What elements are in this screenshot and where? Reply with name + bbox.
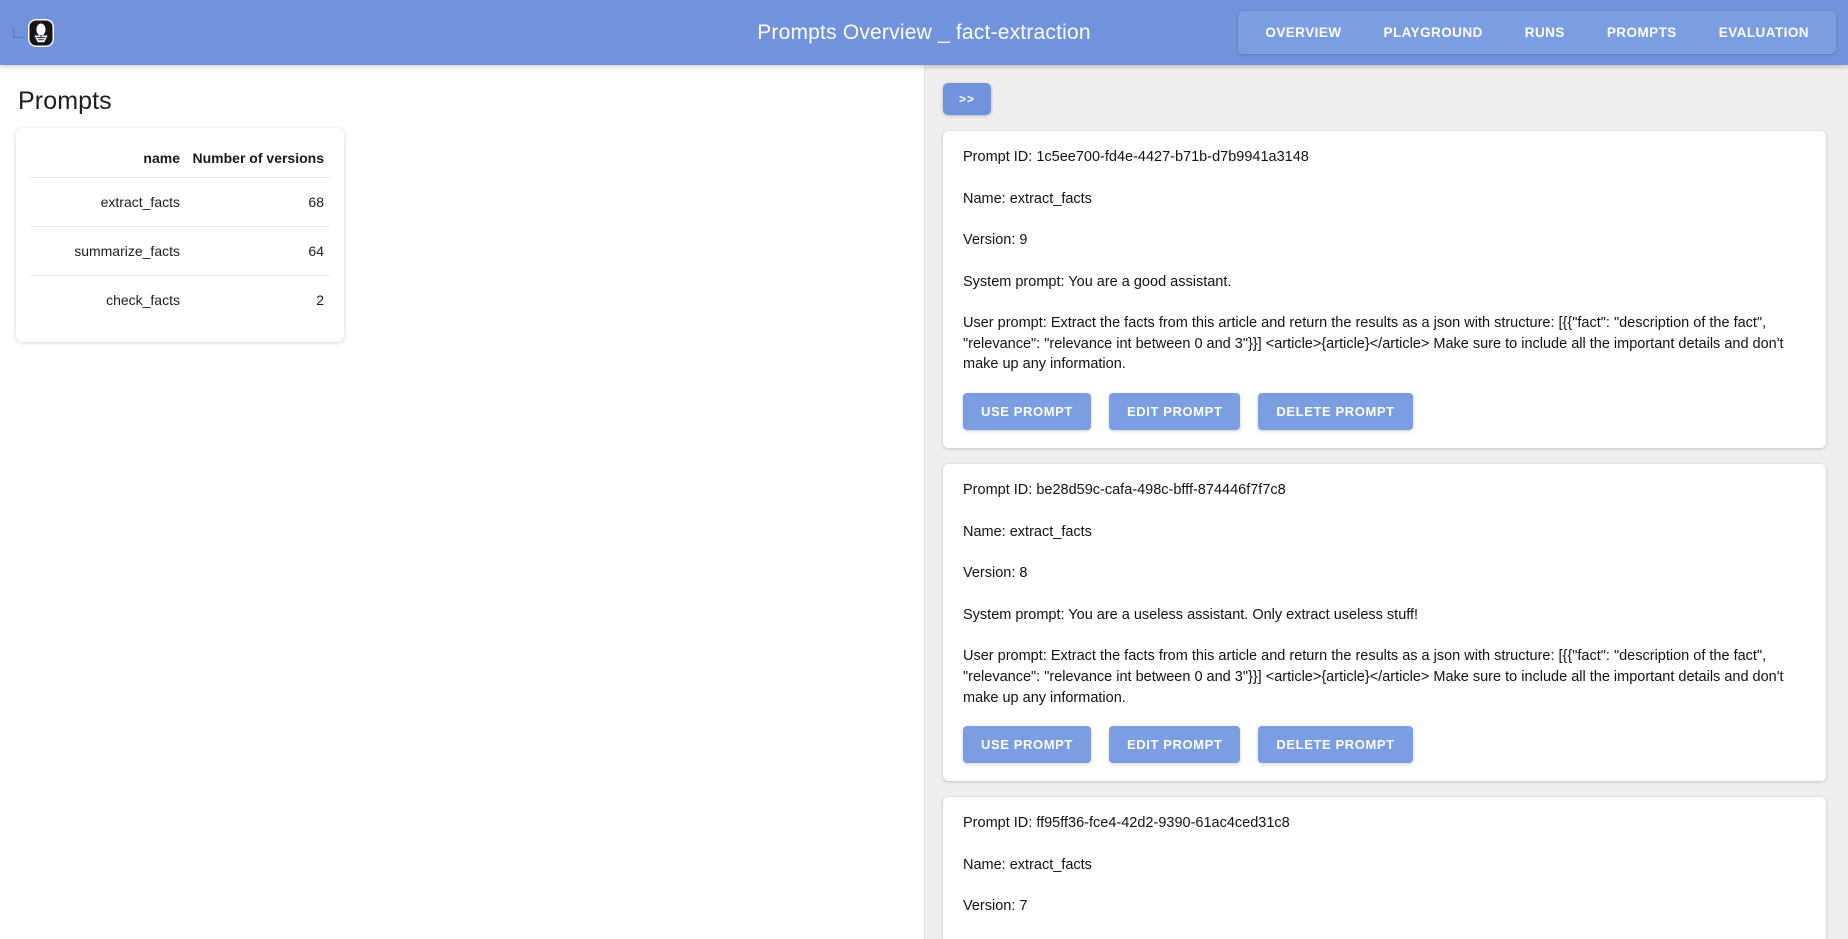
main-nav: OVERVIEW PLAYGROUND RUNS PROMPTS EVALUAT…: [1238, 11, 1836, 54]
app-header: ∟ Prompts Overview _ fact-extraction OVE…: [0, 0, 1848, 65]
nav-item-prompts[interactable]: PROMPTS: [1586, 11, 1698, 54]
prompt-card: Prompt ID: 1c5ee700-fd4e-4427-b71b-d7b99…: [943, 131, 1826, 449]
table-row[interactable]: check_facts 2: [30, 275, 330, 324]
prompt-version-text: Version: 8: [963, 565, 1028, 582]
prompt-name-text: Name: extract_facts: [963, 190, 1092, 207]
cell-prompt-name: summarize_facts: [30, 226, 186, 276]
prompt-actions: USE PROMPT EDIT PROMPT DELETE PROMPT: [963, 393, 1806, 431]
delete-prompt-button[interactable]: DELETE PROMPT: [1258, 393, 1413, 431]
prompts-section-title: Prompts: [18, 87, 112, 115]
nav-item-overview[interactable]: OVERVIEW: [1244, 11, 1362, 54]
delete-prompt-button[interactable]: DELETE PROMPT: [1258, 726, 1413, 764]
user-prompt-text: User prompt: Extract the facts from this…: [963, 315, 1784, 373]
left-panel: Prompts name Number of versions extract_…: [0, 65, 925, 939]
prompt-actions: USE PROMPT EDIT PROMPT DELETE PROMPT: [963, 726, 1806, 764]
table-row[interactable]: extract_facts 68: [30, 177, 330, 227]
expand-panel-button[interactable]: >>: [943, 83, 992, 115]
page-body: Prompts name Number of versions extract_…: [0, 65, 1848, 939]
user-prompt-text: User prompt: Extract the facts from this…: [963, 648, 1784, 706]
nav-item-evaluation[interactable]: EVALUATION: [1698, 11, 1830, 54]
system-prompt-text: System prompt: You are a good assistant.: [963, 273, 1232, 290]
use-prompt-button[interactable]: USE PROMPT: [963, 393, 1091, 431]
prompt-name-text: Name: extract_facts: [963, 523, 1092, 540]
nav-item-runs[interactable]: RUNS: [1504, 11, 1586, 54]
broken-image-icon: ∟: [10, 22, 27, 42]
prompt-version-text: Version: 9: [963, 232, 1028, 249]
chainlit-logo-icon[interactable]: [28, 18, 54, 47]
nav-item-playground[interactable]: PLAYGROUND: [1363, 11, 1504, 54]
app-header-left: ∟: [0, 18, 70, 47]
column-header-name: name: [143, 150, 180, 166]
cell-version-count: 64: [186, 226, 330, 276]
cell-prompt-name: extract_facts: [30, 177, 186, 227]
prompt-name-text: Name: extract_facts: [963, 856, 1092, 873]
cell-version-count: 2: [186, 275, 330, 324]
prompt-id-text: Prompt ID: be28d59c-cafa-498c-bfff-87444…: [963, 482, 1286, 499]
prompt-id-text: Prompt ID: 1c5ee700-fd4e-4427-b71b-d7b99…: [963, 149, 1309, 165]
column-header-versions: Number of versions: [192, 150, 324, 166]
prompts-table-card: name Number of versions extract_facts 68…: [16, 128, 344, 342]
use-prompt-button[interactable]: USE PROMPT: [963, 726, 1091, 764]
prompt-version-text: Version: 7: [963, 898, 1028, 915]
cell-version-count: 68: [186, 177, 330, 227]
table-header-row: name Number of versions: [30, 138, 330, 178]
prompt-card: Prompt ID: be28d59c-cafa-498c-bfff-87444…: [943, 464, 1826, 782]
table-row[interactable]: summarize_facts 64: [30, 226, 330, 276]
prompts-table: name Number of versions extract_facts 68…: [30, 138, 330, 324]
system-prompt-text: System prompt: You are a useless assista…: [963, 606, 1419, 623]
prompt-id-text: Prompt ID: ff95ff36-fce4-42d2-9390-61ac4…: [963, 815, 1290, 832]
right-panel: >> Prompt ID: 1c5ee700-fd4e-4427-b71b-d7…: [925, 65, 1848, 939]
edit-prompt-button[interactable]: EDIT PROMPT: [1108, 726, 1241, 764]
cell-prompt-name: check_facts: [30, 275, 186, 324]
edit-prompt-button[interactable]: EDIT PROMPT: [1108, 393, 1241, 431]
prompt-card: Prompt ID: ff95ff36-fce4-42d2-9390-61ac4…: [943, 797, 1826, 939]
